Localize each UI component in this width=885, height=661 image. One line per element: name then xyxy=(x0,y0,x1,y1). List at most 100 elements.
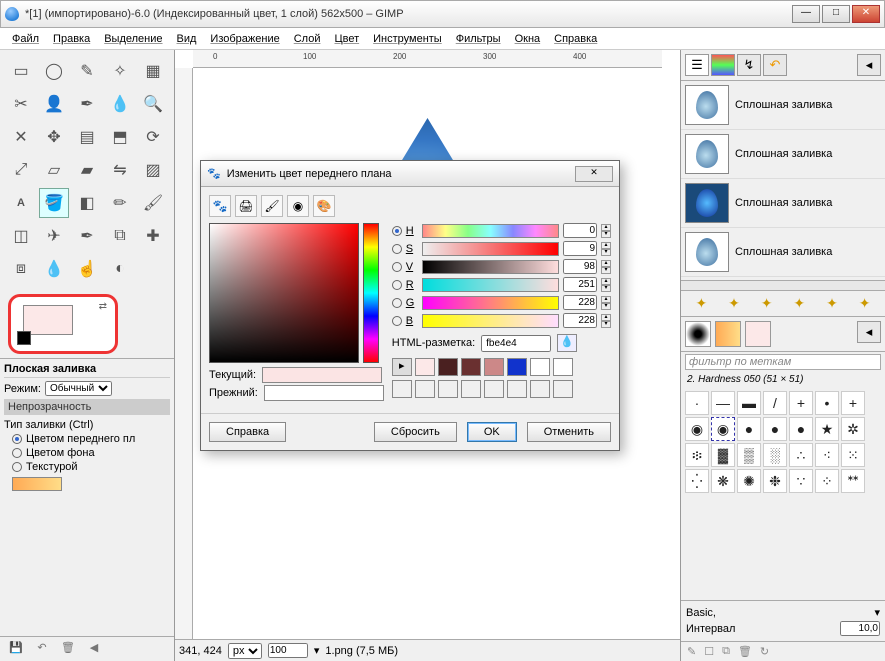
menu-tools[interactable]: Инструменты xyxy=(367,31,448,47)
input-b[interactable] xyxy=(563,313,597,328)
brush-cell[interactable]: ⁘ xyxy=(815,469,839,493)
restore-options-icon[interactable]: ↶ xyxy=(34,641,50,657)
reset-options-icon[interactable]: ◀ xyxy=(86,641,102,657)
brush-cell[interactable]: ∴ xyxy=(789,443,813,467)
radio-s[interactable] xyxy=(392,244,402,254)
tool-perspective-clone[interactable]: ⧈ xyxy=(6,254,36,284)
fill-fg-radio[interactable]: Цветом переднего пл xyxy=(12,433,170,445)
tool-paintbrush[interactable]: 🖌 xyxy=(138,188,168,218)
unit-select[interactable]: px xyxy=(228,643,262,659)
tool-dodge[interactable]: ◐ xyxy=(105,254,135,284)
brush-cell[interactable]: ፨ xyxy=(685,443,709,467)
radio-g[interactable] xyxy=(392,298,402,308)
tool-flip[interactable]: ⇋ xyxy=(105,155,135,185)
panel-menu-icon[interactable]: ◂ xyxy=(857,54,881,76)
brush-cell[interactable]: ❉ xyxy=(763,469,787,493)
tool-rotate[interactable]: ⟳ xyxy=(138,122,168,152)
duplicate-layer-icon[interactable]: ✦ xyxy=(793,295,805,312)
tool-move[interactable]: ✥ xyxy=(39,122,69,152)
recent-color[interactable] xyxy=(553,358,573,376)
tool-zoom[interactable]: 🔍 xyxy=(138,89,168,119)
previous-color-swatch[interactable] xyxy=(264,385,384,401)
tool-text[interactable]: A xyxy=(6,188,36,218)
input-r[interactable] xyxy=(563,277,597,292)
recent-color[interactable] xyxy=(415,358,435,376)
brush-cell[interactable]: ᕯ xyxy=(841,469,865,493)
tool-ink[interactable]: ✒ xyxy=(72,221,102,251)
brush-cell[interactable]: ⁖ xyxy=(815,443,839,467)
tool-airbrush[interactable]: ✈ xyxy=(39,221,69,251)
recent-color[interactable] xyxy=(438,358,458,376)
recent-color[interactable] xyxy=(461,380,481,398)
spacing-input[interactable] xyxy=(840,621,880,636)
tool-crop[interactable]: ⬒ xyxy=(105,122,135,152)
eyedropper-icon[interactable]: 💧 xyxy=(557,334,577,352)
brush-cell[interactable]: • xyxy=(815,391,839,415)
brush-cell[interactable]: ● xyxy=(763,417,787,441)
menu-filters[interactable]: Фильтры xyxy=(450,31,507,47)
hue-slider[interactable] xyxy=(363,223,379,363)
brush-cell[interactable]: ⁙ xyxy=(841,443,865,467)
fill-pattern-radio[interactable]: Текстурой xyxy=(12,461,170,473)
tab-printer-icon[interactable]: 🖨 xyxy=(235,195,257,217)
tool-blend[interactable]: ◧ xyxy=(72,188,102,218)
delete-layer-icon[interactable]: ✦ xyxy=(859,295,871,312)
recent-color[interactable] xyxy=(507,380,527,398)
tab-channels[interactable] xyxy=(711,54,735,76)
slider-g[interactable] xyxy=(422,296,559,310)
brush-cell[interactable]: ░ xyxy=(763,443,787,467)
tool-pencil[interactable]: ✏ xyxy=(105,188,135,218)
input-v[interactable] xyxy=(563,259,597,274)
tool-eraser[interactable]: ◫ xyxy=(6,221,36,251)
add-color-icon[interactable]: ▸ xyxy=(392,358,412,376)
cancel-button[interactable]: Отменить xyxy=(527,422,611,442)
recent-color[interactable] xyxy=(392,380,412,398)
delete-options-icon[interactable]: 🗑 xyxy=(60,641,76,657)
tool-perspective[interactable]: ▰ xyxy=(72,155,102,185)
brush-cell[interactable]: ▓ xyxy=(711,443,735,467)
new-layer-icon[interactable]: ✦ xyxy=(695,295,707,312)
menu-help[interactable]: Справка xyxy=(548,31,603,47)
input-h[interactable] xyxy=(563,223,597,238)
tab-gimp-icon[interactable]: 🐾 xyxy=(209,195,231,217)
tab-paths[interactable]: ↯ xyxy=(737,54,761,76)
brush-cell[interactable]: ❋ xyxy=(711,469,735,493)
brush-preset-label[interactable]: Basic, xyxy=(686,607,716,619)
tool-measure[interactable]: ✕ xyxy=(6,122,36,152)
tool-scissors[interactable]: ✂ xyxy=(6,89,36,119)
new-brush-icon[interactable]: ☐ xyxy=(704,645,714,658)
swap-colors-icon[interactable]: ⇄ xyxy=(99,301,107,312)
recent-color[interactable] xyxy=(438,380,458,398)
minimize-button[interactable]: — xyxy=(792,5,820,23)
tool-blur[interactable]: 💧 xyxy=(39,254,69,284)
tool-rect-select[interactable]: ▭ xyxy=(6,56,36,86)
mode-select[interactable]: Обычный xyxy=(45,381,112,396)
radio-b[interactable] xyxy=(392,316,402,326)
tool-shear[interactable]: ▱ xyxy=(39,155,69,185)
menu-windows[interactable]: Окна xyxy=(509,31,547,47)
tool-scale[interactable]: ⤢ xyxy=(6,155,36,185)
layer-item[interactable]: Сплошная заливка xyxy=(681,130,885,179)
input-s[interactable] xyxy=(563,241,597,256)
slider-v[interactable] xyxy=(422,260,559,274)
tool-smudge[interactable]: ☝ xyxy=(72,254,102,284)
background-color-swatch[interactable] xyxy=(17,331,31,345)
sv-picker[interactable] xyxy=(209,223,359,363)
tool-bucket-fill[interactable]: 🪣 xyxy=(39,188,69,218)
slider-s[interactable] xyxy=(422,242,559,256)
tab-layers[interactable]: ☰ xyxy=(685,54,709,76)
lower-layer-icon[interactable]: ✦ xyxy=(761,295,773,312)
tool-ellipse-select[interactable]: ◯ xyxy=(39,56,69,86)
tool-align[interactable]: ▤ xyxy=(72,122,102,152)
brush-tab-1[interactable] xyxy=(685,321,711,347)
fill-bg-radio[interactable]: Цветом фона xyxy=(12,447,170,459)
tool-color-picker[interactable]: 💧 xyxy=(105,89,135,119)
recent-color[interactable] xyxy=(461,358,481,376)
tool-color-select[interactable]: ▦ xyxy=(138,56,168,86)
tool-foreground[interactable]: 👤 xyxy=(39,89,69,119)
brush-cell[interactable]: ✲ xyxy=(841,417,865,441)
input-g[interactable] xyxy=(563,295,597,310)
brush-cell[interactable]: ✺ xyxy=(737,469,761,493)
menu-view[interactable]: Вид xyxy=(171,31,203,47)
refresh-brush-icon[interactable]: ↻ xyxy=(760,645,769,658)
